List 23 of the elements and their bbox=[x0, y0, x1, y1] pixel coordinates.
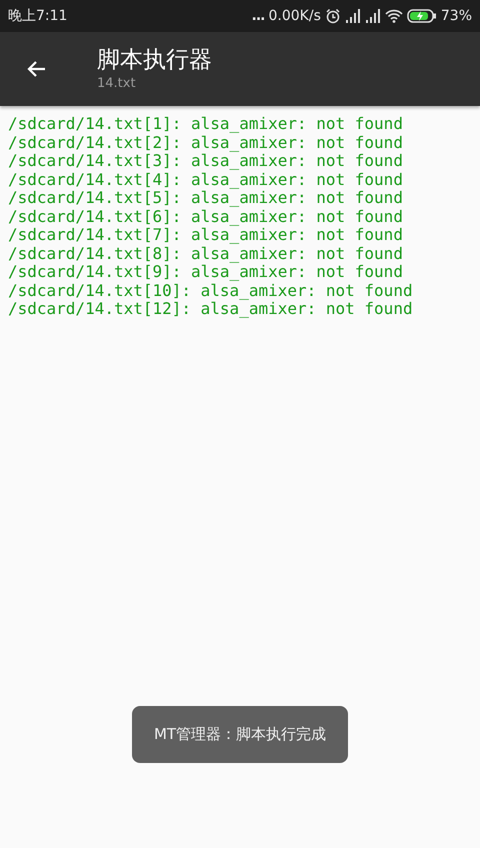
output-line: /sdcard/14.txt[8]: alsa_amixer: not found bbox=[8, 244, 404, 263]
output-line: /sdcard/14.txt[7]: alsa_amixer: not found bbox=[8, 226, 404, 244]
output-line: /sdcard/14.txt[9]: alsa_amixer: not found bbox=[8, 263, 404, 282]
more-notifications-icon: ... bbox=[252, 8, 264, 24]
battery-charging-icon bbox=[406, 9, 437, 23]
output-line: /sdcard/14.txt[2]: alsa_amixer: not found bbox=[8, 134, 404, 152]
file-name: 14.txt bbox=[97, 75, 137, 93]
toast-message: MT管理器：脚本执行完成 bbox=[132, 706, 348, 763]
output-line: /sdcard/14.txt[4]: alsa_amixer: not found bbox=[8, 170, 404, 189]
output-line: /sdcard/14.txt[6]: alsa_amixer: not found bbox=[8, 208, 404, 226]
output-line: /sdcard/14.txt[10]: alsa_amixer: not found bbox=[8, 282, 414, 300]
output-line: /sdcard/14.txt[3]: alsa_amixer: not found bbox=[8, 152, 404, 170]
signal-icon bbox=[364, 9, 381, 23]
battery-percent: 73% bbox=[440, 8, 472, 24]
output-line: /sdcard/14.txt[12]: alsa_amixer: not found bbox=[8, 300, 414, 318]
alarm-icon bbox=[324, 8, 341, 24]
screen-title: 脚本执行器 bbox=[97, 46, 212, 75]
wifi-icon bbox=[384, 9, 403, 23]
output-line: /sdcard/14.txt[5]: alsa_amixer: not found bbox=[8, 189, 404, 208]
network-speed: 0.00K/s bbox=[268, 8, 321, 24]
status-time: 晚上7:11 bbox=[8, 7, 68, 25]
signal-icon bbox=[344, 9, 361, 23]
output-line: /sdcard/14.txt[1]: alsa_amixer: not found bbox=[8, 115, 404, 134]
